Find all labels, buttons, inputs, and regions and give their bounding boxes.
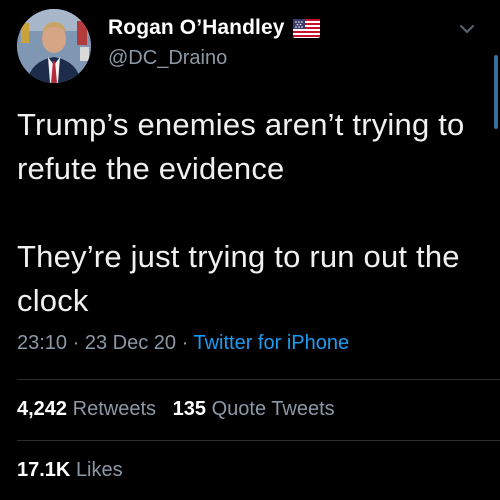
tweet-header: Rogan O’Handley @DC_Draino bbox=[17, 9, 320, 83]
likes-count: 17.1K bbox=[17, 459, 71, 481]
us-flag-icon bbox=[292, 18, 320, 38]
avatar[interactable] bbox=[17, 9, 91, 83]
tweet-time: 23:10 bbox=[17, 332, 68, 354]
likes-label: Likes bbox=[75, 459, 123, 481]
user-handle[interactable]: @DC_Draino bbox=[108, 47, 320, 70]
chevron-down-icon[interactable] bbox=[458, 22, 476, 36]
likes-link[interactable]: 17.1K Likes bbox=[17, 459, 123, 481]
quote-tweets-count: 135 bbox=[172, 398, 207, 420]
meta-separator: · bbox=[181, 332, 189, 354]
display-name[interactable]: Rogan O’Handley bbox=[108, 16, 285, 40]
divider bbox=[17, 440, 500, 441]
tweet-meta: 23:10 · 23 Dec 20 · Twitter for iPhone bbox=[17, 332, 349, 355]
like-stats: 17.1K Likes bbox=[17, 459, 123, 482]
quote-tweets-label: Quote Tweets bbox=[211, 398, 335, 420]
avatar-image bbox=[17, 9, 91, 83]
meta-separator: · bbox=[72, 332, 80, 354]
retweets-label: Retweets bbox=[72, 398, 156, 420]
tweet-text: Trump’s enemies aren’t trying to refute … bbox=[17, 107, 465, 318]
tweet-date[interactable]: 23 Dec 20 bbox=[85, 332, 176, 354]
quote-tweets-link[interactable]: 135 Quote Tweets bbox=[173, 398, 335, 420]
user-names: Rogan O’Handley @DC_Draino bbox=[108, 16, 320, 70]
retweets-count: 4,242 bbox=[17, 398, 68, 420]
tweet-detail: Rogan O’Handley @DC_Draino Trump’s enemi… bbox=[0, 0, 500, 500]
divider bbox=[17, 379, 500, 380]
retweets-link[interactable]: 4,242 Retweets bbox=[17, 398, 156, 420]
scrollbar[interactable] bbox=[494, 55, 498, 129]
tweet-source-link[interactable]: Twitter for iPhone bbox=[193, 332, 349, 354]
retweet-stats: 4,242 Retweets 135 Quote Tweets bbox=[17, 398, 335, 421]
